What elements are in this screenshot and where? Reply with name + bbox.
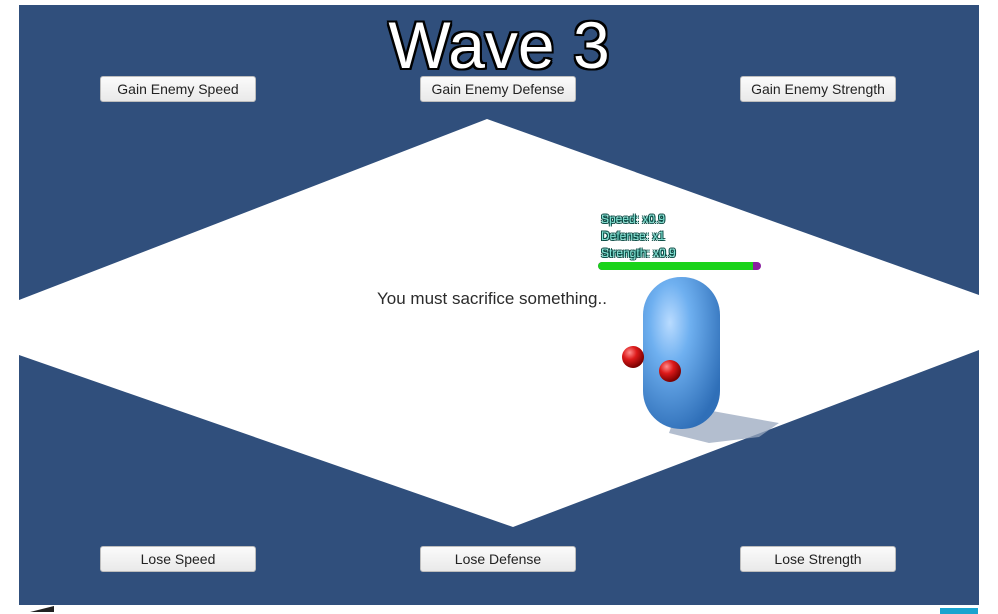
enemy-strength-stat: Strength: x0.9 [601, 246, 676, 260]
enemy-health-fill [598, 262, 753, 270]
enemy-health-bar [598, 262, 761, 270]
lose-speed-button[interactable]: Lose Speed [100, 546, 256, 572]
gain-enemy-speed-button[interactable]: Gain Enemy Speed [100, 76, 256, 102]
game-viewport[interactable]: Wave 3 Gain Enemy Speed Gain Enemy Defen… [19, 5, 979, 605]
gain-enemy-strength-button[interactable]: Gain Enemy Strength [740, 76, 896, 102]
sacrifice-message: You must sacrifice something.. [377, 289, 607, 308]
corner-indicator [940, 608, 978, 614]
corner-arrow-icon [30, 606, 54, 612]
enemy-speed-stat: Speed: x0.9 [601, 212, 666, 226]
player-capsule [643, 277, 720, 429]
gain-enemy-defense-button[interactable]: Gain Enemy Defense [420, 76, 576, 102]
lose-strength-button[interactable]: Lose Strength [740, 546, 896, 572]
enemy-ball [622, 346, 644, 368]
enemy-ball [659, 360, 681, 382]
wave-title: Wave 3 [388, 8, 610, 82]
enemy-defense-stat: Defense: x1 [601, 229, 666, 243]
lose-defense-button[interactable]: Lose Defense [420, 546, 576, 572]
